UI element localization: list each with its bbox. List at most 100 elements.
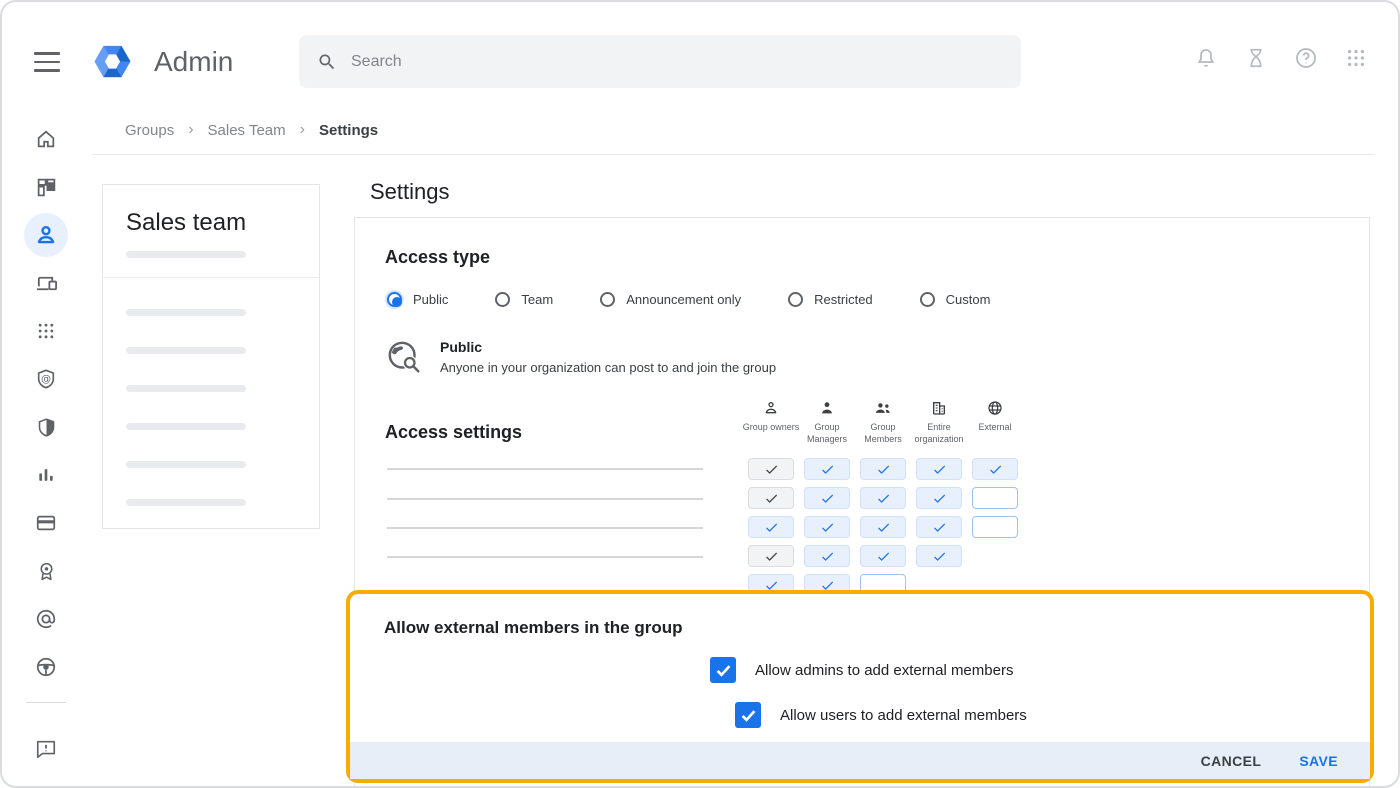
matrix-checkbox-checked[interactable] — [916, 516, 962, 538]
breadcrumb-sales-team[interactable]: Sales Team — [208, 122, 286, 139]
matrix-checkbox-empty[interactable] — [972, 516, 1018, 538]
radio-custom[interactable]: Custom — [920, 292, 991, 307]
external-members-section: Allow external members in the group Allo… — [346, 590, 1374, 783]
save-button[interactable]: SAVE — [1299, 753, 1338, 769]
placeholder-setting-row — [387, 468, 703, 470]
matrix-checkbox-checked[interactable] — [804, 458, 850, 480]
radio-button-icon — [788, 292, 803, 307]
allow-users-label: Allow users to add external members — [780, 707, 1027, 724]
external-members-heading: Allow external members in the group — [384, 618, 683, 638]
public-globe-search-icon — [386, 339, 424, 377]
allow-users-row: Allow users to add external members — [735, 702, 1027, 728]
access-type-info: Public Anyone in your organization can p… — [386, 339, 776, 377]
radio-button-icon — [387, 292, 402, 307]
matrix-checkbox-owner[interactable] — [748, 458, 794, 480]
matrix-checkbox-checked[interactable] — [860, 458, 906, 480]
matrix-row — [748, 516, 1018, 538]
sidebar-item-apps[interactable] — [22, 307, 70, 355]
selected-type-title: Public — [440, 339, 776, 355]
group-title: Sales team — [103, 185, 319, 237]
sidebar-item-reporting[interactable] — [22, 451, 70, 499]
app-title: Admin — [154, 46, 233, 78]
divider — [103, 277, 319, 278]
column-group-members: Group Members — [860, 400, 906, 445]
matrix-checkbox-checked[interactable] — [860, 516, 906, 538]
search-input[interactable]: Search — [299, 35, 1021, 88]
matrix-checkbox-checked[interactable] — [804, 487, 850, 509]
access-type-heading: Access type — [385, 247, 490, 268]
radio-button-icon — [920, 292, 935, 307]
matrix-checkbox-checked[interactable] — [860, 545, 906, 567]
column-external: External — [972, 400, 1018, 445]
matrix-row — [748, 545, 1018, 567]
bar-chart-icon — [36, 465, 56, 485]
person-filled-icon — [819, 400, 835, 416]
sidebar-item-compliance[interactable] — [22, 403, 70, 451]
sidebar-item-rules[interactable] — [22, 595, 70, 643]
people-icon — [874, 400, 892, 416]
placeholder-bar — [126, 251, 246, 258]
selected-type-description: Anyone in your organization can post to … — [440, 360, 776, 375]
home-icon — [35, 128, 57, 150]
matrix-checkbox-empty[interactable] — [972, 487, 1018, 509]
shield-icon — [36, 417, 57, 438]
breadcrumb: Groups › Sales Team › Settings — [125, 121, 378, 139]
credit-card-icon — [35, 512, 57, 534]
sidebar-item-account[interactable] — [22, 547, 70, 595]
matrix-checkbox-checked[interactable] — [804, 516, 850, 538]
check-icon — [714, 661, 733, 680]
column-entire-organization: Entire organization — [916, 400, 962, 445]
page-title: Settings — [370, 179, 450, 205]
placeholder-bar — [126, 499, 246, 506]
chevron-right-icon: › — [188, 121, 193, 139]
radio-announcement-only[interactable]: Announcement only — [600, 292, 741, 307]
sidebar-item-billing[interactable] — [22, 499, 70, 547]
placeholder-bar — [126, 309, 246, 316]
sidebar-item-home[interactable] — [22, 115, 70, 163]
matrix-checkbox-checked[interactable] — [748, 516, 794, 538]
help-icon[interactable] — [1294, 46, 1318, 70]
action-footer: CANCEL SAVE — [350, 742, 1370, 779]
placeholder-setting-row — [387, 527, 703, 529]
sidebar-item-dashboard[interactable] — [22, 163, 70, 211]
badge-icon — [36, 561, 57, 582]
breadcrumb-current: Settings — [319, 122, 378, 139]
matrix-row — [748, 487, 1018, 509]
cancel-button[interactable]: CANCEL — [1201, 753, 1262, 769]
radio-team[interactable]: Team — [495, 292, 553, 307]
radio-restricted[interactable]: Restricted — [788, 292, 873, 307]
sidebar-item-security[interactable]: @ — [22, 355, 70, 403]
matrix-checkbox-checked[interactable] — [804, 545, 850, 567]
globe-icon — [987, 400, 1003, 416]
radio-public[interactable]: Public — [387, 292, 448, 307]
sidebar-item-admin-tools[interactable] — [22, 643, 70, 691]
menu-icon[interactable] — [34, 52, 60, 72]
matrix-checkbox-owner[interactable] — [748, 487, 794, 509]
group-panel: Sales team — [102, 184, 320, 529]
tasks-hourglass-icon[interactable] — [1244, 46, 1268, 70]
allow-admins-row: Allow admins to add external members — [710, 657, 1013, 683]
person-outline-icon — [763, 400, 779, 416]
divider — [92, 154, 1374, 155]
sidebar-item-directory[interactable] — [22, 211, 70, 259]
chevron-right-icon: › — [300, 121, 305, 139]
matrix-checkbox-checked[interactable] — [860, 487, 906, 509]
matrix-checkbox-checked[interactable] — [972, 458, 1018, 480]
at-icon — [35, 608, 57, 630]
matrix-checkbox-owner[interactable] — [748, 545, 794, 567]
dashboard-icon — [36, 177, 57, 198]
matrix-checkbox-checked[interactable] — [916, 487, 962, 509]
sidebar-item-devices[interactable] — [22, 259, 70, 307]
placeholder-bar — [126, 461, 246, 468]
breadcrumb-groups[interactable]: Groups — [125, 122, 174, 139]
matrix-checkbox-checked[interactable] — [916, 545, 962, 567]
allow-admins-checkbox[interactable] — [710, 657, 736, 683]
building-icon — [931, 400, 947, 416]
sidebar-item-feedback[interactable] — [22, 737, 70, 761]
matrix-checkbox-checked[interactable] — [916, 458, 962, 480]
google-admin-logo — [91, 40, 134, 88]
apps-grid-icon[interactable] — [1344, 46, 1368, 70]
placeholder-setting-row — [387, 498, 703, 500]
notifications-icon[interactable] — [1194, 46, 1218, 70]
allow-users-checkbox[interactable] — [735, 702, 761, 728]
